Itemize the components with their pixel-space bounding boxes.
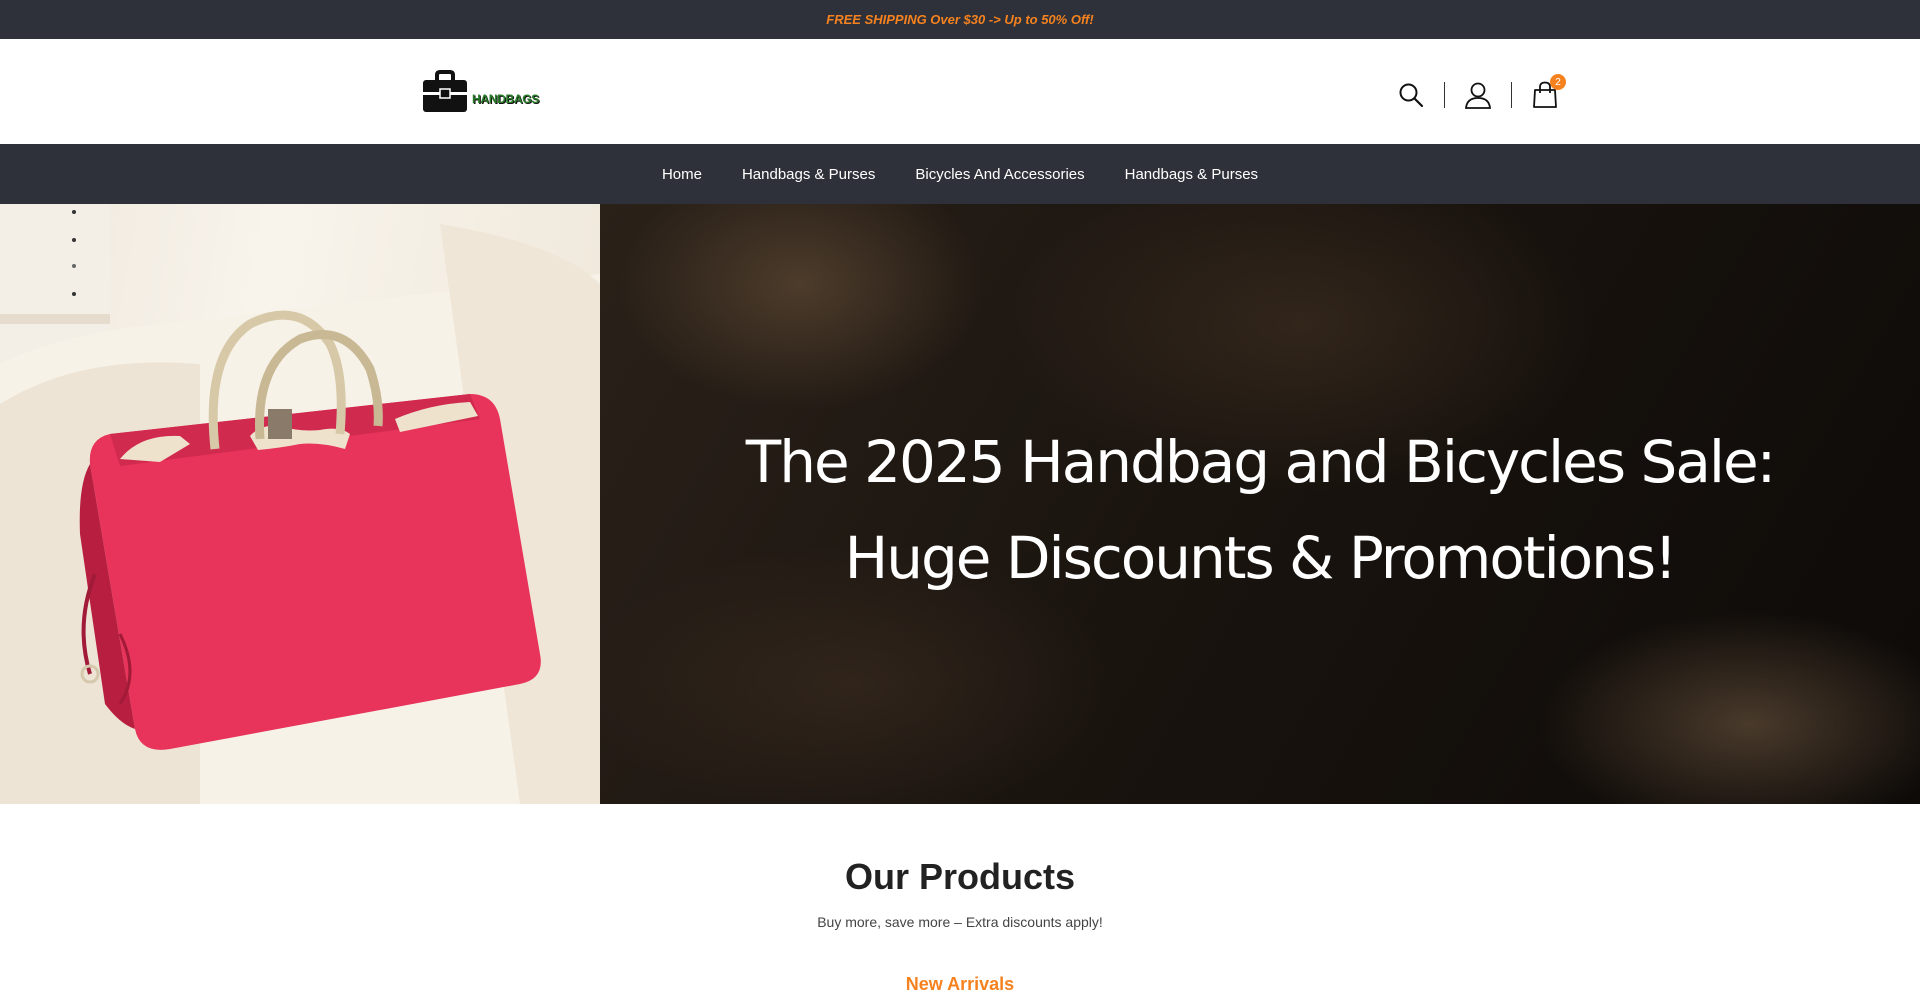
nav-item-bicycles-accessories[interactable]: Bicycles And Accessories xyxy=(915,166,1084,183)
user-icon[interactable] xyxy=(1463,80,1493,110)
nav-item-home[interactable]: Home xyxy=(662,166,702,183)
briefcase-icon xyxy=(422,70,468,114)
main-nav: Home Handbags & Purses Bicycles And Acce… xyxy=(0,144,1920,204)
hero-banner: The 2025 Handbag and Bicycles Sale: Huge… xyxy=(600,204,1920,804)
site-header: HANDBAGS 2 xyxy=(0,39,1920,144)
hero-title: The 2025 Handbag and Bicycles Sale: Huge… xyxy=(600,414,1920,606)
header-actions: 2 xyxy=(1396,74,1566,115)
site-logo[interactable]: HANDBAGS xyxy=(422,70,539,114)
divider xyxy=(1444,82,1445,108)
hero-title-line-2: Huge Discounts & Promotions! xyxy=(844,524,1678,592)
promo-bar: FREE SHIPPING Over $30 -> Up to 50% Off! xyxy=(0,0,1920,39)
cart-icon[interactable]: 2 xyxy=(1530,74,1566,110)
tab-new-arrivals[interactable]: New Arrivals xyxy=(0,974,1920,993)
hero-title-line-1: The 2025 Handbag and Bicycles Sale: xyxy=(745,428,1776,496)
nav-item-handbags-purses-2[interactable]: Handbags & Purses xyxy=(1125,166,1258,183)
products-section: Our Products Buy more, save more – Extra… xyxy=(0,804,1920,993)
search-icon[interactable] xyxy=(1396,80,1426,110)
nav-item-handbags-purses[interactable]: Handbags & Purses xyxy=(742,166,875,183)
section-subtitle: Buy more, save more – Extra discounts ap… xyxy=(817,914,1103,930)
cart-count-badge: 2 xyxy=(1550,74,1566,90)
promo-text: FREE SHIPPING Over $30 -> Up to 50% Off! xyxy=(826,12,1094,27)
hero-handbag-image xyxy=(0,204,600,804)
section-title: Our Products xyxy=(844,856,1076,897)
logo-text: HANDBAGS xyxy=(472,92,539,106)
divider xyxy=(1511,82,1512,108)
